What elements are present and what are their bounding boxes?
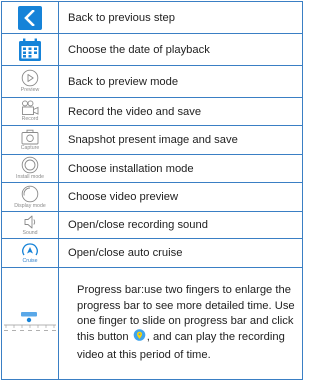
legend-desc-record: Record the video and save [58, 97, 303, 126]
cruise-caption: Cruise [22, 257, 38, 264]
legend-desc-calendar: Choose the date of playback [58, 33, 303, 66]
progress-bar-icon[interactable] [3, 311, 57, 337]
preview-caption: Preview [20, 87, 40, 94]
back-arrow-icon[interactable] [18, 5, 42, 30]
legend-row-calendar: Choose the date of playback [1, 33, 303, 66]
preview-icon[interactable] [21, 69, 39, 87]
capture-caption: Capture [20, 144, 40, 151]
legend-desc-capture: Snapshot present image and save [58, 125, 303, 155]
legend-desc-install-mode: Choose installation mode [58, 154, 303, 183]
legend-row-capture: Capture Snapshot present image and save [1, 125, 303, 155]
record-icon[interactable] [20, 100, 40, 116]
legend-desc-back: Back to previous step [58, 1, 303, 34]
sound-icon[interactable] [22, 214, 38, 230]
legend-desc-sound: Open/close recording sound [58, 211, 303, 239]
legend-desc-display-mode: Choose video preview [58, 182, 303, 212]
sound-caption: Sound [22, 229, 38, 236]
legend-desc-preview: Back to preview mode [58, 65, 303, 98]
legend-row-record: Record Record the video and save [1, 97, 303, 126]
legend-row-install-mode: Install mode Choose installation mode [1, 154, 303, 183]
install-mode-caption: Install mode [16, 174, 44, 181]
legend-row-display-mode: Display mode Choose video preview [1, 182, 303, 212]
legend-row-back: Back to previous step [1, 1, 303, 34]
record-caption: Record [21, 116, 39, 123]
legend-row-cruise: Cruise Open/close auto cruise [1, 238, 303, 268]
legend-desc-cruise: Open/close auto cruise [58, 238, 303, 268]
progress-bar-description: Progress bar:use two fingers to enlarge … [58, 267, 303, 380]
location-pin-icon [133, 329, 146, 348]
install-mode-icon[interactable] [21, 156, 39, 174]
display-mode-caption: Display mode [14, 202, 46, 209]
legend-row-sound: Sound Open/close recording sound [1, 211, 303, 239]
legend-row-progress: Progress bar:use two fingers to enlarge … [1, 267, 303, 380]
display-mode-icon[interactable] [21, 185, 39, 203]
icon-legend-table: Back to previous step Choose the date of… [1, 1, 303, 380]
calendar-icon[interactable] [18, 38, 42, 62]
legend-row-preview: Preview Back to preview mode [1, 65, 303, 98]
capture-icon[interactable] [21, 129, 39, 145]
cruise-icon[interactable] [21, 242, 39, 258]
icon-legend-page: Back to previous step Choose the date of… [0, 0, 304, 384]
